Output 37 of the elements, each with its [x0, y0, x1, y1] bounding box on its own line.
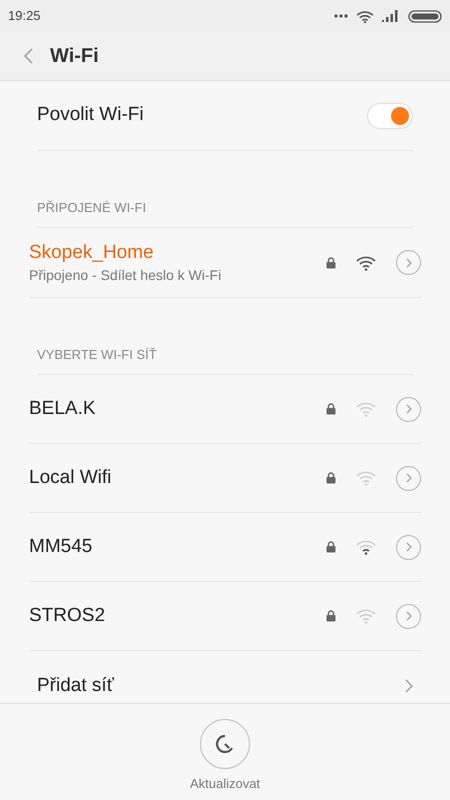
details-button[interactable]: [396, 396, 421, 422]
details-button[interactable]: [396, 250, 421, 275]
wifi-switch[interactable]: [367, 102, 413, 128]
network-status: Připojeno - Sdílet heslo k Wi-Fi: [29, 266, 222, 284]
network-name: BELA.K: [29, 396, 96, 421]
chevron-right-icon: [406, 258, 412, 268]
chevron-right-icon: [406, 611, 412, 621]
details-button[interactable]: [396, 604, 421, 628]
network-name: STROS2: [29, 604, 106, 628]
section-header: PŘIPOJENÉ WI-FI: [37, 199, 146, 217]
status-time: 19:25: [8, 7, 41, 26]
add-network-label: Přidat síť: [37, 674, 114, 698]
chevron-right-icon: [406, 473, 412, 483]
signal-icon: [382, 10, 400, 22]
more-icon: [334, 14, 348, 18]
details-button[interactable]: [396, 466, 421, 490]
network-name: Local Wifi: [29, 466, 112, 490]
network-row[interactable]: STROS2: [29, 582, 421, 651]
chevron-right-icon: [406, 404, 412, 414]
add-network-row[interactable]: Přidat síť: [37, 651, 413, 703]
battery-icon: [408, 10, 442, 22]
network-name: Skopek_Home: [29, 240, 155, 264]
section-header: VYBERTE WI-FI SÍŤ: [37, 346, 157, 364]
back-icon: [24, 48, 32, 64]
window-title: Wi-Fi: [50, 44, 99, 69]
chevron-right-icon: [405, 679, 413, 693]
details-button[interactable]: [396, 534, 421, 560]
toggle-label: Povolit Wi-Fi: [37, 103, 144, 128]
chevron-right-icon: [406, 542, 412, 552]
network-name: MM545: [29, 534, 92, 559]
network-row[interactable]: BELA.K: [29, 375, 421, 444]
refresh-button[interactable]: Aktualizovat: [190, 719, 260, 794]
wifi-status-icon: [356, 10, 374, 22]
network-row[interactable]: Skopek_Home Připojeno - Sdílet heslo k Wi-Fi: [29, 228, 421, 298]
network-row[interactable]: Local Wifi: [29, 444, 421, 513]
network-row[interactable]: MM545: [29, 513, 421, 582]
refresh-icon: [215, 734, 235, 754]
